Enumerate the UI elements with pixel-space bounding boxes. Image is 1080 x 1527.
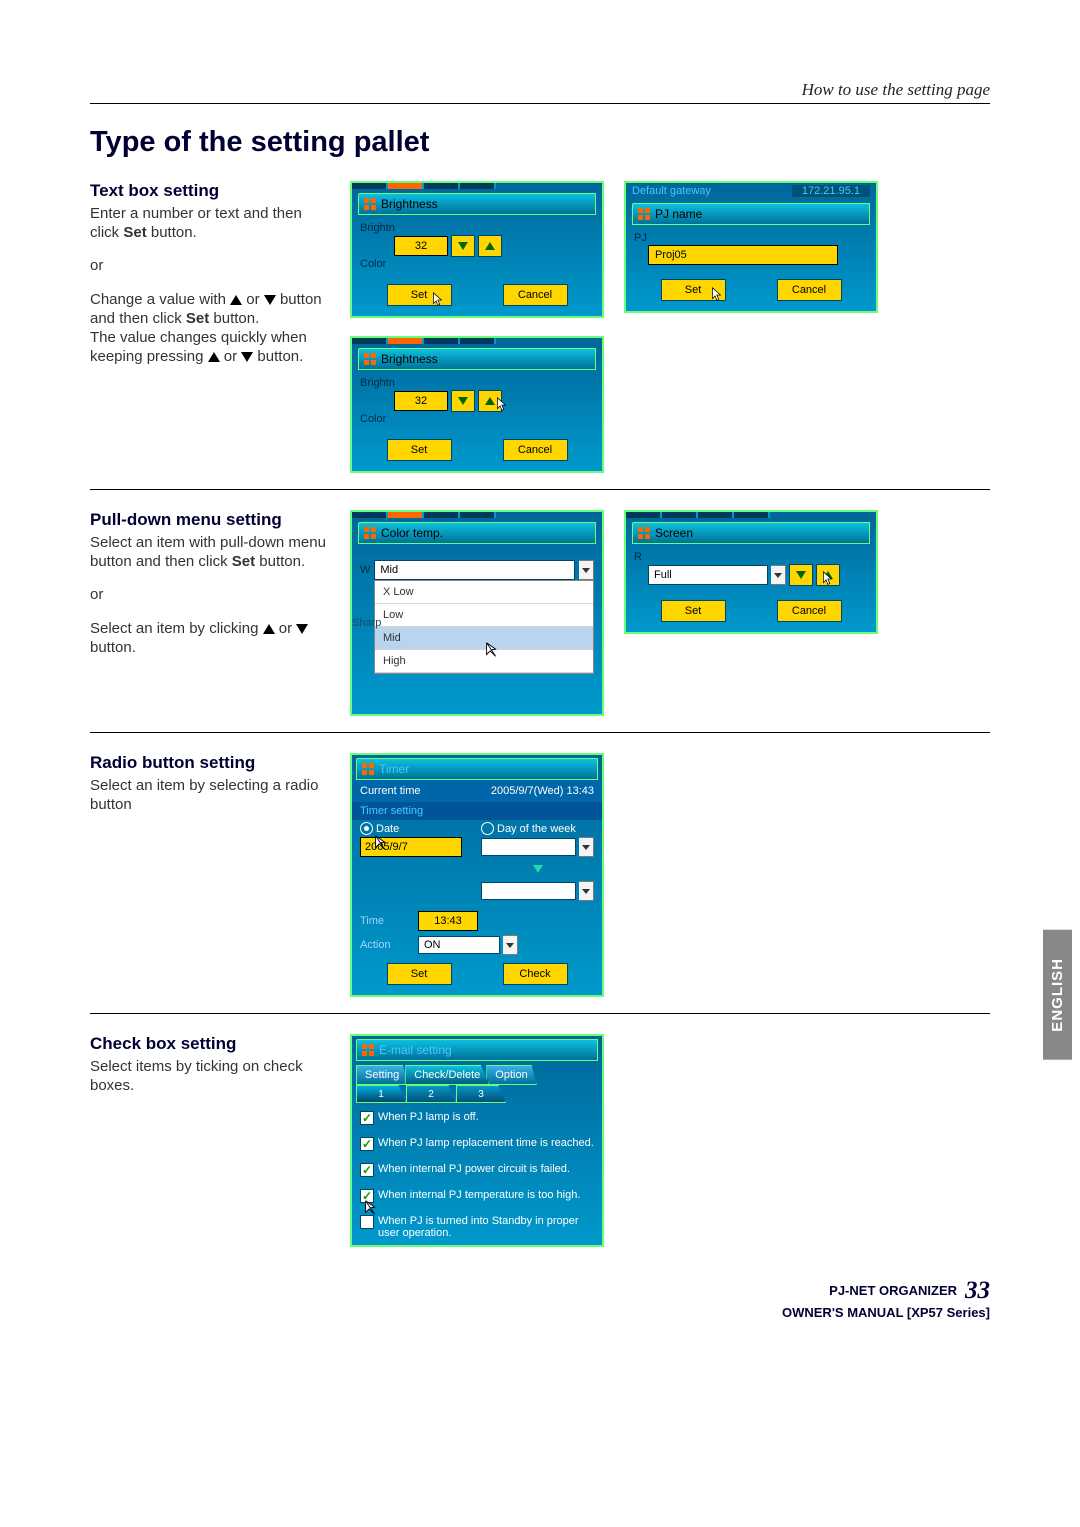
dow-select-1[interactable] bbox=[481, 838, 576, 856]
cancel-button[interactable]: Cancel bbox=[777, 279, 842, 301]
email-subtab-2[interactable]: 2 bbox=[406, 1085, 456, 1103]
pulldown-heading: Pull-down menu setting bbox=[90, 510, 330, 530]
page-number: 33 bbox=[965, 1277, 990, 1304]
cancel-button[interactable]: Cancel bbox=[503, 284, 568, 306]
dow-radio[interactable] bbox=[481, 822, 494, 835]
up-triangle-icon bbox=[230, 295, 242, 305]
check-item-2[interactable] bbox=[360, 1137, 374, 1151]
date-field[interactable]: 2005/9/7 bbox=[360, 837, 462, 857]
email-tab-option[interactable]: Option bbox=[486, 1065, 536, 1085]
radio-desc: Select an item by selecting a radio butt… bbox=[90, 776, 330, 814]
textbox-heading: Text box setting bbox=[90, 181, 330, 201]
pjname-value-field[interactable]: Proj05 bbox=[648, 245, 838, 265]
page-title: Type of the setting pallet bbox=[90, 126, 990, 159]
email-subtab-1[interactable]: 1 bbox=[356, 1085, 406, 1103]
brightness-value-field[interactable]: 32 bbox=[394, 236, 448, 256]
set-button[interactable]: Set bbox=[661, 600, 726, 622]
up-triangle-icon bbox=[208, 352, 220, 362]
email-tab-checkdelete[interactable]: Check/Delete bbox=[405, 1065, 489, 1085]
radio-heading: Radio button setting bbox=[90, 753, 330, 773]
dow-select-2[interactable] bbox=[481, 882, 576, 900]
check-button[interactable]: Check bbox=[503, 963, 568, 985]
value-up-button[interactable] bbox=[816, 564, 840, 586]
timer-panel: Timer Current time2005/9/7(Wed) 13:43 Ti… bbox=[350, 753, 604, 997]
set-button[interactable]: Set bbox=[387, 963, 452, 985]
checkbox-heading: Check box setting bbox=[90, 1034, 330, 1054]
value-down-button[interactable] bbox=[451, 235, 475, 257]
brightness-value-field[interactable]: 32 bbox=[394, 391, 448, 411]
brightness-panel-2: Brightness Brightn 32 Color Set Cancel bbox=[350, 336, 604, 473]
up-triangle-icon bbox=[263, 624, 275, 634]
cancel-button[interactable]: Cancel bbox=[777, 600, 842, 622]
check-item-5[interactable] bbox=[360, 1215, 374, 1229]
language-tab: ENGLISH bbox=[1043, 930, 1072, 1060]
email-tab-setting[interactable]: Setting bbox=[356, 1065, 408, 1085]
dropdown-arrow-icon[interactable] bbox=[579, 560, 594, 580]
down-triangle-icon bbox=[296, 624, 308, 634]
value-up-button[interactable] bbox=[478, 235, 502, 257]
email-subtab-3[interactable]: 3 bbox=[456, 1085, 506, 1103]
check-item-4[interactable] bbox=[360, 1189, 374, 1203]
dropdown-arrow-icon[interactable] bbox=[579, 881, 594, 901]
dropdown-arrow-icon[interactable] bbox=[503, 935, 518, 955]
cancel-button[interactable]: Cancel bbox=[503, 439, 568, 461]
email-panel: E-mail setting Setting Check/Delete Opti… bbox=[350, 1034, 604, 1247]
textbox-desc: Enter a number or text and then click Se… bbox=[90, 204, 330, 366]
colortemp-panel: Color temp. W Mid X Low Low Mid High Sh bbox=[350, 510, 604, 716]
screen-panel: Screen R Full Set Cancel bbox=[624, 510, 878, 634]
action-select[interactable]: ON bbox=[418, 936, 500, 954]
value-down-button[interactable] bbox=[789, 564, 813, 586]
value-up-button[interactable] bbox=[478, 390, 502, 412]
chapter-title: How to use the setting page bbox=[90, 80, 990, 104]
brightness-panel-1: Brightness Brightn 32 Color Set Cancel bbox=[350, 181, 604, 318]
value-down-button[interactable] bbox=[451, 390, 475, 412]
colortemp-options[interactable]: X Low Low Mid High bbox=[374, 580, 594, 674]
pulldown-desc: Select an item with pull-down menu butto… bbox=[90, 533, 330, 657]
down-arrow-icon bbox=[533, 865, 543, 873]
page-footer: PJ-NET ORGANIZER33 OWNER'S MANUAL [XP57 … bbox=[90, 1277, 990, 1320]
set-button[interactable]: Set bbox=[387, 439, 452, 461]
set-button[interactable]: Set bbox=[387, 284, 452, 306]
dropdown-arrow-icon[interactable] bbox=[579, 837, 594, 857]
time-field[interactable]: 13:43 bbox=[418, 911, 478, 931]
check-item-3[interactable] bbox=[360, 1163, 374, 1177]
checkbox-desc: Select items by ticking on check boxes. bbox=[90, 1057, 330, 1095]
check-item-1[interactable] bbox=[360, 1111, 374, 1125]
down-triangle-icon bbox=[241, 352, 253, 362]
screen-select[interactable]: Full bbox=[648, 565, 768, 585]
set-button[interactable]: Set bbox=[661, 279, 726, 301]
colortemp-select[interactable]: Mid bbox=[374, 560, 575, 580]
down-triangle-icon bbox=[264, 295, 276, 305]
dropdown-arrow-icon[interactable] bbox=[771, 565, 786, 585]
pjname-panel: Default gateway172.21.95.1 PJ name PJ Pr… bbox=[624, 181, 878, 313]
date-radio[interactable] bbox=[360, 822, 373, 835]
